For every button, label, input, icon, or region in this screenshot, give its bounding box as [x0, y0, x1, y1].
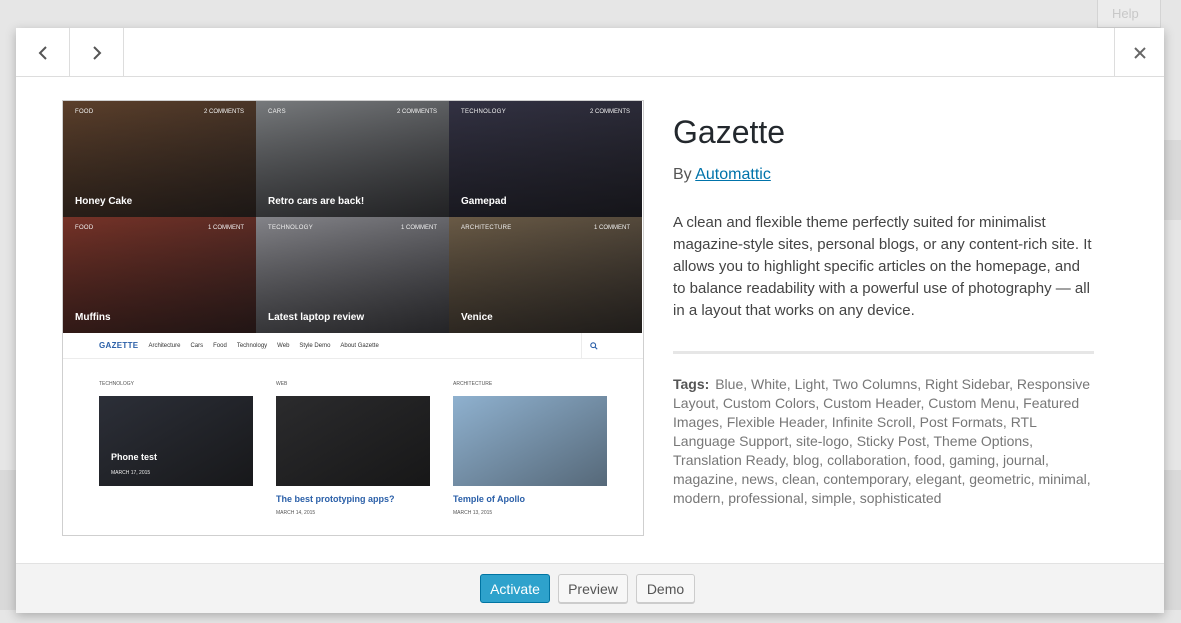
featured-tile: ARCHITECTURE 1 COMMENT Venice	[449, 217, 642, 333]
background-block	[1164, 140, 1181, 220]
background-block	[1164, 470, 1181, 610]
featured-tile: TECHNOLOGY 2 COMMENTS Gamepad	[449, 101, 642, 217]
close-button[interactable]	[1114, 28, 1164, 77]
modal-header	[16, 28, 1164, 77]
theme-details-modal: FOOD 2 COMMENTS Honey Cake CARS 2 COMMENTS Re…	[16, 28, 1164, 613]
tile-title: Gamepad	[461, 196, 507, 207]
modal-footer: Activate Preview Demo	[16, 563, 1164, 613]
tile-category: TECHNOLOGY	[268, 225, 314, 231]
background-block	[0, 470, 16, 610]
tile-title: Venice	[461, 312, 493, 323]
tile-comments: 1 COMMENT	[401, 225, 437, 231]
post-image: Phone test MARCH 17, 2015	[99, 396, 253, 486]
theme-tags: Tags: Blue, White, Light, Two Columns, R…	[673, 375, 1093, 508]
divider	[673, 351, 1094, 354]
site-navigation: GAZETTE Architecture Cars Food Technology We…	[63, 333, 643, 359]
tile-title: Latest laptop review	[268, 312, 365, 323]
featured-tile: FOOD 1 COMMENT Muffins	[63, 217, 256, 333]
site-menu-item: Web	[277, 342, 290, 349]
site-menu-item: Food	[213, 342, 227, 349]
author-by-label: By	[673, 166, 692, 183]
help-tab: Help	[1097, 0, 1161, 28]
post-category: ARCHITECTURE	[453, 381, 493, 387]
chevron-left-icon	[38, 45, 47, 60]
site-menu-item: Cars	[190, 342, 204, 349]
post-date: MARCH 13, 2015	[453, 510, 493, 516]
post-image	[453, 396, 607, 486]
post-category: WEB	[276, 381, 288, 387]
post-category: TECHNOLOGY	[99, 381, 135, 387]
author-link[interactable]: Automattic	[695, 166, 771, 183]
tile-category: FOOD	[75, 109, 94, 115]
chevron-right-icon	[92, 45, 101, 60]
tile-comments: 2 COMMENTS	[203, 109, 244, 115]
site-search	[581, 333, 605, 359]
post-date: MARCH 17, 2015	[111, 470, 151, 476]
tile-comments: 1 COMMENT	[208, 225, 244, 231]
tile-comments: 2 COMMENTS	[589, 109, 630, 115]
search-icon	[589, 342, 598, 350]
post-date: MARCH 14, 2015	[276, 510, 316, 516]
featured-tile: FOOD 2 COMMENTS Honey Cake	[63, 101, 256, 217]
tile-title: Honey Cake	[75, 196, 133, 207]
featured-tile: TECHNOLOGY 1 COMMENT Latest laptop review	[256, 217, 449, 333]
preview-button[interactable]: Preview	[558, 574, 628, 603]
site-menu-item: Style Demo	[299, 342, 331, 349]
site-menu: Architecture Cars Food Technology Web Style D…	[148, 343, 378, 349]
site-menu-item: Technology	[236, 342, 268, 349]
tile-category: ARCHITECTURE	[461, 225, 512, 231]
tile-comments: 2 COMMENTS	[396, 109, 437, 115]
demo-button[interactable]: Demo	[636, 574, 695, 603]
post-card: TECHNOLOGY Phone test MARCH 17, 2015	[99, 381, 253, 486]
previous-theme-button[interactable]	[16, 28, 70, 77]
post-title: Phone test	[111, 452, 158, 462]
tile-comments: 1 COMMENT	[594, 225, 630, 231]
tile-title: Muffins	[75, 312, 111, 323]
featured-tile: CARS 2 COMMENTS Retro cars are back!	[256, 101, 449, 217]
site-menu-item: Architecture	[148, 342, 181, 349]
post-title: The best prototyping apps?	[276, 494, 395, 504]
close-icon	[1133, 46, 1146, 59]
theme-author: By Automattic	[673, 166, 1097, 184]
next-theme-button[interactable]	[70, 28, 124, 77]
site-menu-item: About Gazette	[340, 342, 379, 349]
tags-label: Tags:	[673, 376, 710, 392]
post-card: ARCHITECTURE Temple of Apollo MARCH 13, 20…	[453, 381, 607, 516]
activate-button[interactable]: Activate	[480, 574, 550, 603]
tile-category: CARS	[268, 109, 286, 115]
tile-title: Retro cars are back!	[268, 196, 365, 207]
site-logo: GAZETTE	[99, 341, 139, 350]
theme-name: Gazette	[673, 114, 786, 150]
theme-info: Gazette By Automattic A clean and flexib…	[673, 112, 1097, 508]
tile-category: FOOD	[75, 225, 94, 231]
tile-category: TECHNOLOGY	[461, 109, 507, 115]
theme-screenshot: FOOD 2 COMMENTS Honey Cake CARS 2 COMMENTS Re…	[62, 100, 644, 536]
post-image	[276, 396, 430, 486]
post-card: WEB The best prototyping apps? MARCH 14, 2…	[276, 381, 430, 516]
theme-description: A clean and flexible theme perfectly sui…	[673, 214, 1092, 319]
post-title: Temple of Apollo	[453, 494, 525, 504]
tags-list: Blue, White, Light, Two Columns, Right S…	[673, 376, 1091, 506]
